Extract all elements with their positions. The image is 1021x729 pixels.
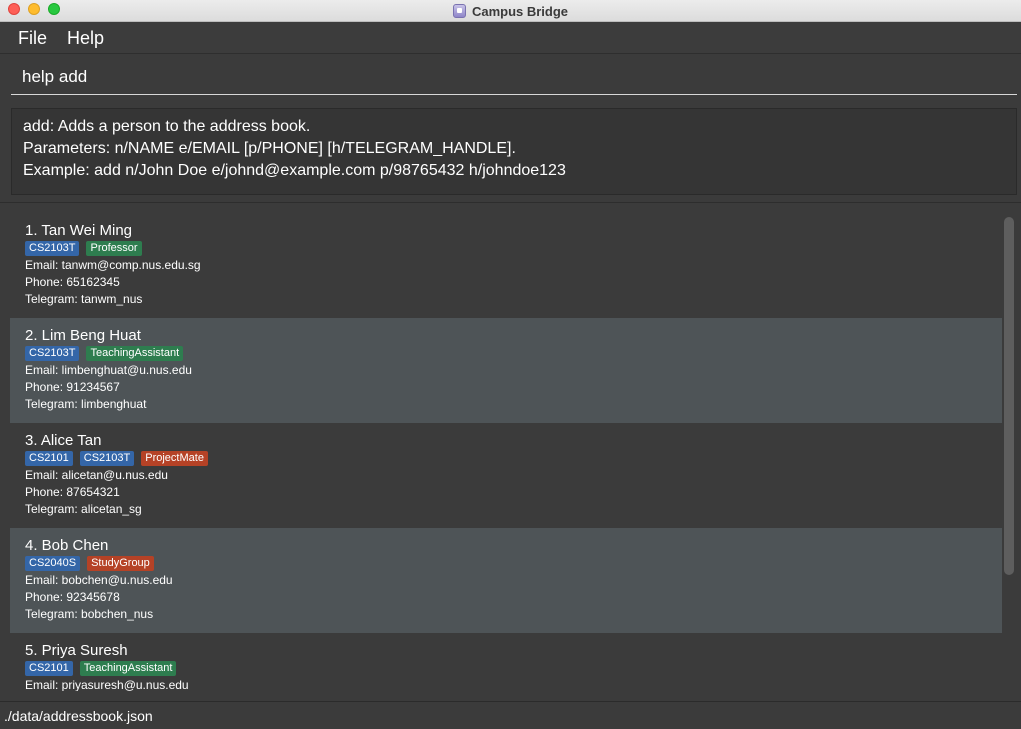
result-line-1: add: Adds a person to the address book. (23, 118, 311, 135)
person-name: 4. Bob Chen (25, 537, 109, 554)
tag-badge: ProjectMate (141, 451, 208, 466)
person-email: Email: tanwm@comp.nus.edu.sg (25, 258, 201, 272)
app-icon (452, 4, 466, 18)
tag-badge: TeachingAssistant (79, 661, 177, 676)
title-bar: Campus Bridge (0, 0, 1021, 22)
tag-badge: CS2103T (25, 241, 80, 256)
person-card[interactable]: 1. Tan Wei Ming CS2103T Professor Email: ta… (10, 213, 1002, 318)
person-name: 5. Priya Suresh (25, 642, 128, 659)
person-name: 3. Alice Tan (25, 432, 102, 449)
tag-list: CS2101 CS2103T ProjectMate (25, 451, 987, 467)
person-telegram: Telegram: bobchen_nus (25, 607, 154, 621)
person-phone: Phone: 91234567 (25, 380, 120, 394)
tag-badge: CS2103T (79, 451, 135, 466)
command-box (0, 55, 1021, 101)
person-list-panel: 1. Tan Wei Ming CS2103T Professor Email: ta… (0, 202, 1021, 700)
tag-badge: CS2101 (25, 661, 73, 676)
person-phone: Phone: 92345678 (25, 590, 120, 604)
menu-file[interactable]: File (8, 22, 57, 54)
tag-list: CS2103T TeachingAssistant (25, 346, 987, 362)
window-title: Campus Bridge (471, 3, 569, 19)
save-location: ./data/addressbook.json (4, 707, 153, 724)
tag-badge: TeachingAssistant (86, 346, 184, 361)
person-card[interactable]: 2. Lim Beng Huat CS2103T TeachingAssistant… (10, 318, 1002, 423)
tag-badge: Professor (86, 241, 142, 256)
status-bar: ./data/addressbook.json (0, 701, 1021, 729)
menu-help[interactable]: Help (57, 22, 114, 54)
person-telegram: Telegram: limbenghuat (25, 397, 147, 411)
person-card[interactable]: 4. Bob Chen CS2040S StudyGroup Email: bobch… (10, 528, 1002, 633)
tag-list: CS2103T Professor (25, 241, 987, 257)
person-email: Email: limbenghuat@u.nus.edu (25, 363, 192, 377)
tag-badge: CS2103T (25, 346, 80, 361)
person-name: 2. Lim Beng Huat (25, 327, 141, 344)
result-line-3: Example: add n/John Doe e/johnd@example.… (23, 162, 566, 179)
title-wrap: Campus Bridge (0, 0, 1021, 22)
person-card[interactable]: 3. Alice Tan CS2101 CS2103T ProjectMate Emai… (10, 423, 1002, 528)
person-name: 1. Tan Wei Ming (25, 222, 132, 239)
person-phone: Phone: 65162345 (25, 275, 120, 289)
list-scrollbar[interactable] (1004, 217, 1014, 575)
tag-list: CS2040S StudyGroup (25, 556, 987, 572)
tag-badge: CS2101 (25, 451, 73, 466)
person-email: Email: bobchen@u.nus.edu (25, 573, 173, 587)
result-display: add: Adds a person to the address book. … (11, 108, 1017, 195)
person-email: Email: alicetan@u.nus.edu (25, 468, 168, 482)
result-line-2: Parameters: n/NAME e/EMAIL [p/PHONE] [h/… (23, 140, 516, 157)
person-email: Email: priyasuresh@u.nus.edu (25, 678, 189, 691)
tag-badge: StudyGroup (87, 556, 154, 571)
person-telegram: Telegram: tanwm_nus (25, 292, 143, 306)
person-card[interactable]: 5. Priya Suresh CS2101 TeachingAssistant Em… (10, 633, 1002, 691)
tag-badge: CS2040S (25, 556, 81, 571)
command-input[interactable] (11, 59, 1017, 95)
menu-bar: File Help (0, 22, 1021, 54)
person-telegram: Telegram: alicetan_sg (25, 502, 142, 516)
person-list[interactable]: 1. Tan Wei Ming CS2103T Professor Email: ta… (10, 213, 1002, 691)
person-phone: Phone: 87654321 (25, 485, 120, 499)
tag-list: CS2101 TeachingAssistant (25, 661, 987, 677)
